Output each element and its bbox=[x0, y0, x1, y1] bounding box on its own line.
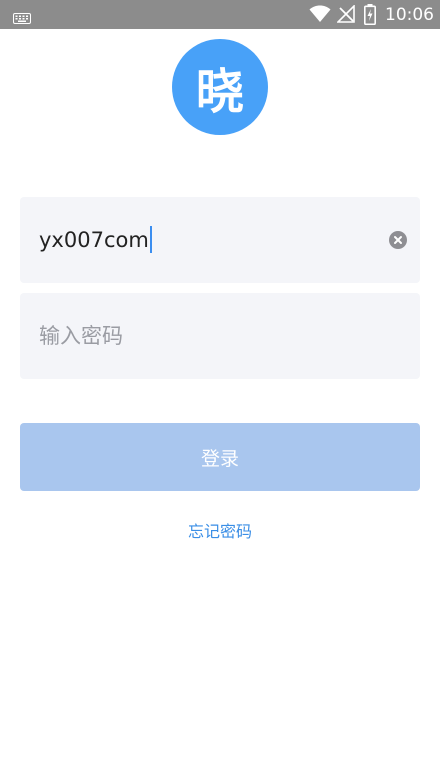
password-field[interactable]: 输入密码 bbox=[20, 293, 420, 379]
app-logo: 晓 bbox=[172, 39, 268, 135]
username-field[interactable]: yx007com bbox=[20, 197, 420, 283]
keyboard-icon bbox=[13, 9, 31, 24]
app-logo-text: 晓 bbox=[195, 64, 244, 120]
battery-charging-icon bbox=[364, 4, 376, 26]
forgot-password-link[interactable]: 忘记密码 bbox=[0, 520, 440, 544]
password-placeholder: 输入密码 bbox=[39, 324, 123, 348]
status-bar: 10:06 bbox=[0, 0, 440, 29]
wifi-icon bbox=[309, 5, 331, 23]
username-text: yx007com bbox=[39, 228, 149, 252]
clear-circle-icon[interactable] bbox=[389, 231, 407, 249]
login-screen: 10:06 晓 yx007com 输入密码 登录 忘记密码 bbox=[0, 0, 440, 782]
text-cursor bbox=[149, 225, 152, 253]
login-button-label: 登录 bbox=[200, 447, 239, 470]
login-button[interactable]: 登录 bbox=[20, 423, 420, 491]
forgot-password-label: 忘记密码 bbox=[187, 522, 252, 541]
no-sim-signal-icon bbox=[336, 4, 355, 23]
username-value: yx007com bbox=[39, 225, 152, 255]
status-bar-clock: 10:06 bbox=[385, 5, 434, 25]
